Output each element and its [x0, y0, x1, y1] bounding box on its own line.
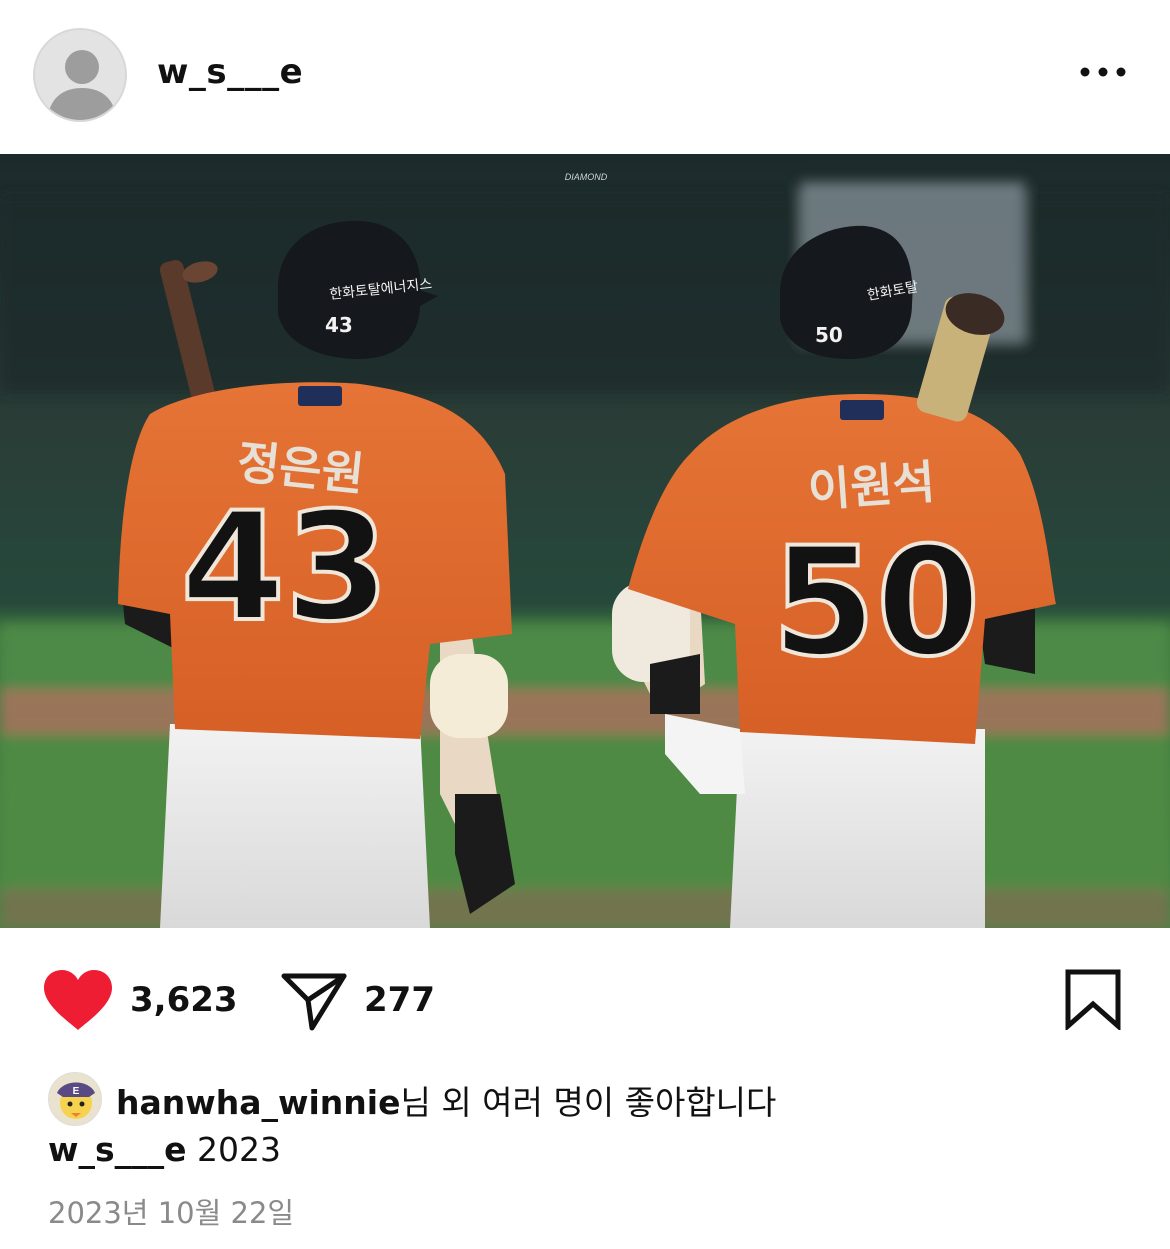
post-photo[interactable]: DIAMOND 정은원 43 43 한화토탈에너지스 이원석 50 50 한화토…: [0, 154, 1170, 928]
like-button[interactable]: [42, 968, 114, 1037]
default-profile-icon: [47, 50, 117, 120]
player-50-helmet-number: 50: [815, 323, 843, 347]
baseball-players-photo: DIAMOND 정은원 43 43 한화토탈에너지스 이원석 50 50 한화토…: [0, 154, 1170, 928]
photo-watermark: DIAMOND: [565, 172, 608, 182]
liked-by-row: E hanwha_winnie님 외 여러 명이 좋아합니다: [48, 1070, 1148, 1128]
more-horizontal-icon: [1080, 67, 1126, 77]
liked-by-text: hanwha_winnie님 외 여러 명이 좋아합니다: [116, 1076, 776, 1124]
send-icon: [281, 973, 347, 1031]
player-43-number: 43: [181, 481, 390, 655]
more-options-button[interactable]: [1078, 60, 1132, 84]
caption: w_s___e 2023: [48, 1130, 281, 1169]
liker-username[interactable]: hanwha_winnie: [116, 1083, 400, 1122]
mascot-avatar-icon: E: [49, 1073, 101, 1125]
player-50-number: 50: [772, 516, 981, 690]
caption-text: 2023: [186, 1130, 281, 1169]
profile-avatar[interactable]: [33, 28, 127, 122]
action-bar: 3,623 277: [0, 960, 1170, 1040]
heart-filled-icon: [44, 970, 112, 1030]
post-date: 2023년 10월 22일: [48, 1196, 295, 1230]
bookmark-button[interactable]: [1064, 968, 1122, 1035]
post-username[interactable]: w_s___e: [157, 52, 303, 92]
like-count[interactable]: 3,623: [130, 980, 238, 1020]
share-count[interactable]: 277: [364, 980, 435, 1020]
svg-text:E: E: [73, 1086, 80, 1097]
post-header: w_s___e: [0, 0, 1170, 154]
player-50-name: 이원석: [806, 455, 936, 518]
bookmark-icon: [1065, 969, 1121, 1032]
caption-username[interactable]: w_s___e: [48, 1130, 187, 1169]
liker-avatar[interactable]: E: [48, 1072, 102, 1126]
share-button[interactable]: [280, 970, 348, 1037]
player-43-helmet-number: 43: [325, 313, 353, 337]
liked-by-rest[interactable]: 님 외 여러 명이 좋아합니다: [400, 1083, 776, 1122]
